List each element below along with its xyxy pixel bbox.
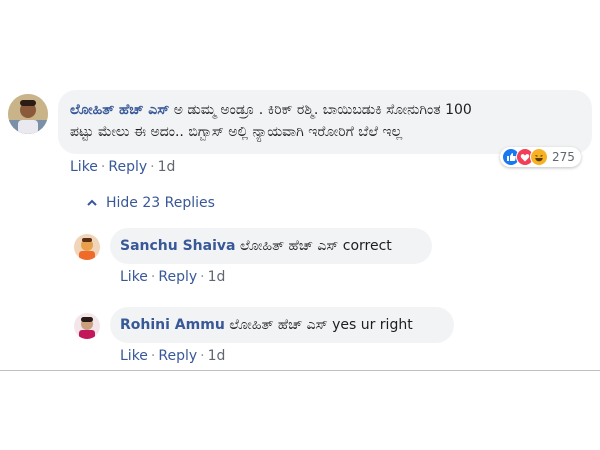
reply-text: ಲೋಹಿತ್ ಹೆಚ್ ಎಸ್ yes ur right (229, 317, 413, 333)
divider (0, 370, 600, 371)
comment-actions: Like · Reply · 1d (70, 159, 175, 175)
action-separator: · (150, 159, 155, 175)
avatar[interactable] (74, 313, 100, 339)
reply-link[interactable]: Reply (158, 269, 197, 285)
comment-text-line1: ಅ ಡುಮ್ಮ ಅಂಡ್ರೂ . ಕಿರಿಕ್ ರಶ್ಮಿ. ಬಾಯಿಬಡುಕಿ… (173, 102, 472, 118)
like-link[interactable]: Like (120, 269, 148, 285)
reaction-count: 275 (552, 150, 575, 164)
reply-text: ಲೋಹಿತ್ ಹೆಚ್ ಎಸ್ correct (239, 238, 392, 254)
reply-author[interactable]: Rohini Ammu (120, 317, 225, 333)
reply-link[interactable]: Reply (158, 348, 197, 364)
comment-bubble: ಲೋಹಿತ್ ಹೆಚ್ ಎಸ್ ಅ ಡುಮ್ಮ ಅಂಡ್ರೂ . ಕಿರಿಕ್ … (58, 90, 592, 154)
like-link[interactable]: Like (70, 159, 98, 175)
reply-bubble: Rohini Ammu ಲೋಹಿತ್ ಹೆಚ್ ಎಸ್ yes ur right (110, 307, 454, 343)
reaction-summary[interactable]: 275 (500, 147, 581, 167)
action-separator: · (200, 348, 205, 364)
reply-time[interactable]: 1d (208, 348, 226, 364)
reply-actions: Like · Reply · 1d (120, 348, 225, 364)
avatar-photo-icon (74, 313, 100, 339)
avatar[interactable] (74, 234, 100, 260)
reply-link[interactable]: Reply (108, 159, 147, 175)
action-separator: · (150, 348, 156, 364)
avatar-photo-icon (8, 94, 48, 134)
hide-replies-button[interactable]: Hide 23 Replies (86, 195, 215, 211)
avatar-photo-icon (74, 234, 100, 260)
like-link[interactable]: Like (120, 348, 148, 364)
action-separator: · (200, 269, 205, 285)
hide-replies-label: Hide 23 Replies (106, 195, 215, 211)
action-separator: · (150, 269, 156, 285)
reply-bubble: Sanchu Shaiva ಲೋಹಿತ್ ಹೆಚ್ ಎಸ್ correct (110, 228, 432, 264)
reply-author[interactable]: Sanchu Shaiva (120, 238, 235, 254)
comment-text-line2: ಪಟ್ಟು ಮೇಲು ಈ ಅದಂ.. ಬಿಗ್ಬಾಸ್ ಅಲ್ಲಿ ನ್ಯಾಯವ… (70, 124, 403, 140)
reply-actions: Like · Reply · 1d (120, 269, 225, 285)
comment-time[interactable]: 1d (158, 159, 176, 175)
haha-icon (530, 148, 548, 166)
chevron-up-icon (87, 199, 97, 206)
comment-author[interactable]: ಲೋಹಿತ್ ಹೆಚ್ ಎಸ್ (70, 102, 169, 118)
reply-time[interactable]: 1d (208, 269, 226, 285)
avatar[interactable] (8, 94, 48, 134)
action-separator: · (100, 159, 106, 175)
